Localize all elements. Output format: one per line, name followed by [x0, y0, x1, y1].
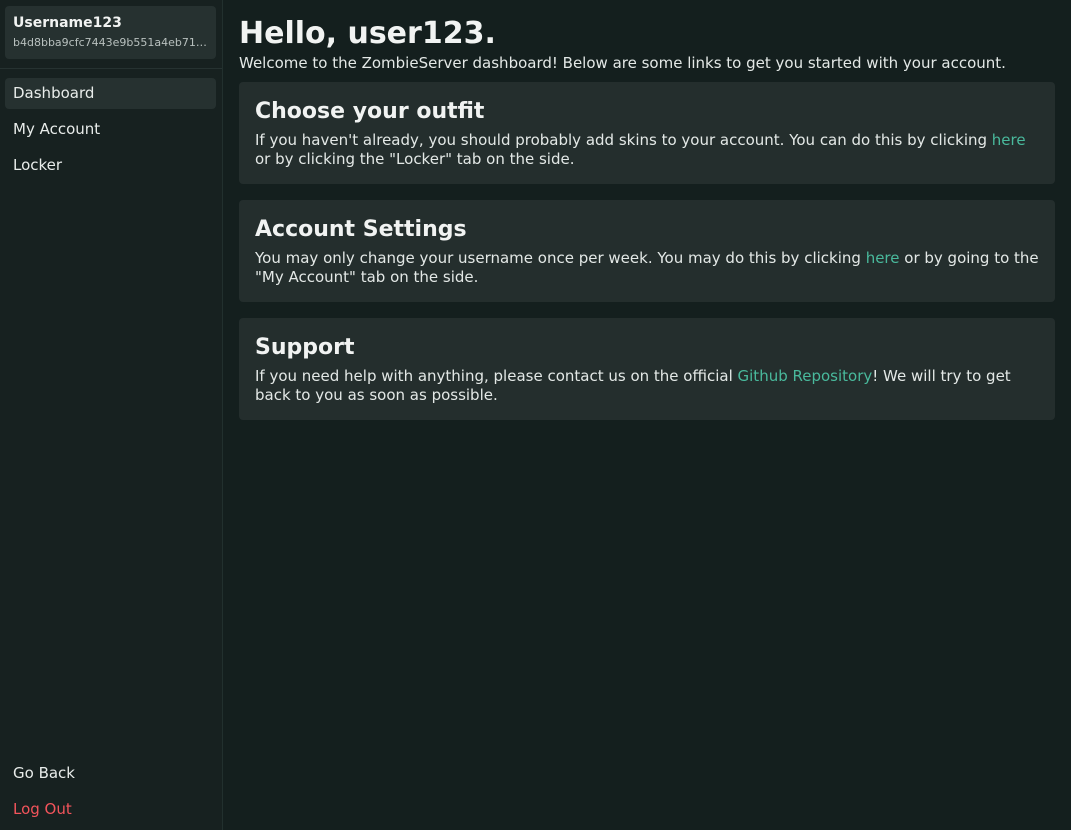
app: Username123 b4d8bba9cfc7443e9b551a4eb71a… — [0, 0, 1071, 830]
sidebar-item-locker[interactable]: Locker — [5, 150, 216, 181]
account-settings-card: Account Settings You may only change you… — [239, 200, 1055, 302]
card-text-before: If you haven't already, you should proba… — [255, 131, 992, 149]
account-here-link[interactable]: here — [866, 249, 900, 267]
sidebar: Username123 b4d8bba9cfc7443e9b551a4eb71a… — [0, 0, 223, 830]
main-content: Hello, user123. Welcome to the ZombieSer… — [223, 0, 1071, 830]
card-text-after: or by clicking the "Locker" tab on the s… — [255, 150, 575, 168]
card-text-before: You may only change your username once p… — [255, 249, 866, 267]
user-id: b4d8bba9cfc7443e9b551a4eb71ab2... — [13, 36, 208, 49]
outfit-card: Choose your outfit If you haven't alread… — [239, 82, 1055, 184]
support-card: Support If you need help with anything, … — [239, 318, 1055, 420]
page-title: Hello, user123. — [239, 16, 496, 51]
log-out-link[interactable]: Log Out — [5, 794, 216, 825]
card-text: If you haven't already, you should proba… — [255, 131, 1039, 169]
locker-here-link[interactable]: here — [992, 131, 1026, 149]
user-card[interactable]: Username123 b4d8bba9cfc7443e9b551a4eb71a… — [5, 6, 216, 59]
sidebar-nav: Dashboard My Account Locker — [5, 78, 216, 181]
card-title: Support — [255, 335, 355, 360]
welcome-text: Welcome to the ZombieServer dashboard! B… — [239, 54, 1006, 72]
card-text: If you need help with anything, please c… — [255, 367, 1039, 405]
card-text: You may only change your username once p… — [255, 249, 1039, 287]
card-title: Choose your outfit — [255, 99, 485, 124]
card-title: Account Settings — [255, 217, 467, 242]
user-name: Username123 — [13, 15, 122, 31]
card-text-before: If you need help with anything, please c… — [255, 367, 738, 385]
sidebar-item-my-account[interactable]: My Account — [5, 114, 216, 145]
sidebar-bottom-nav: Go Back Log Out — [5, 758, 216, 830]
github-repository-link[interactable]: Github Repository — [738, 367, 873, 385]
sidebar-divider — [0, 68, 222, 69]
go-back-link[interactable]: Go Back — [5, 758, 216, 789]
sidebar-item-dashboard[interactable]: Dashboard — [5, 78, 216, 109]
